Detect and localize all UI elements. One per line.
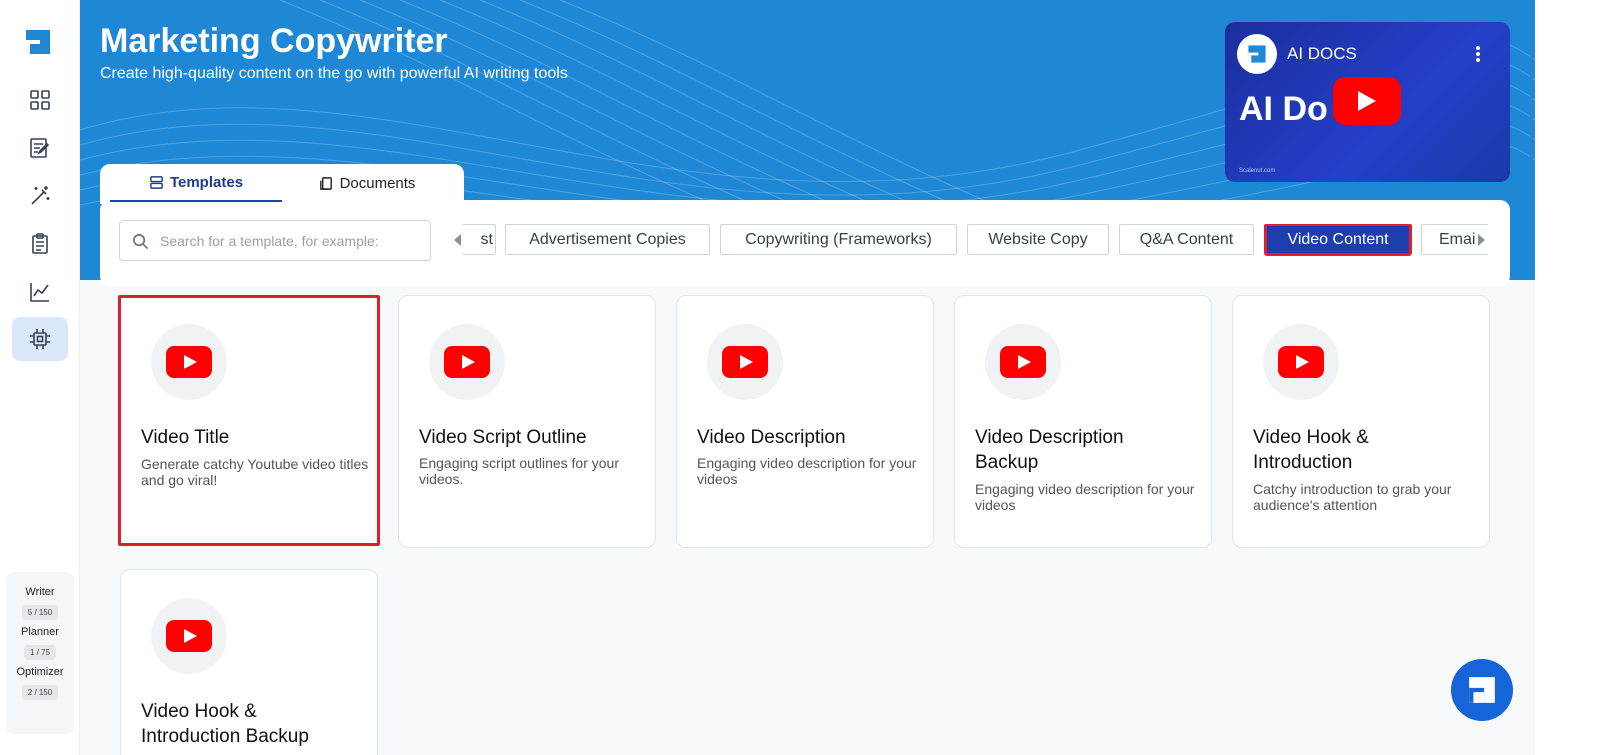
clipboard-icon: [32, 233, 48, 254]
scroll-right-button[interactable]: [1476, 224, 1488, 255]
play-icon: [1358, 91, 1376, 111]
sidebar: Writer 5 / 150 Planner 1 / 75 Optimizer …: [0, 0, 80, 755]
template-card[interactable]: Video Hook & Introduction Backup: [120, 569, 378, 755]
video-footer: Scalenut.com: [1239, 168, 1276, 174]
chip-icon: [30, 329, 50, 349]
category-chip[interactable]: Q&A Content: [1119, 224, 1254, 255]
more-options-icon[interactable]: [1476, 46, 1480, 62]
search-input[interactable]: [160, 229, 420, 253]
usage-writer: Writer 5 / 150: [6, 586, 74, 620]
card-title: Video Description Backup: [975, 427, 1124, 473]
category-chip-active[interactable]: Video Content: [1264, 224, 1412, 256]
card-title: Video Hook & Introduction Backup: [141, 701, 309, 747]
card-description: Engaging script outlines for your videos…: [419, 455, 619, 487]
youtube-icon: [1278, 346, 1324, 378]
template-card[interactable]: Video Hook & Introduction Catchy introdu…: [1232, 295, 1490, 548]
card-icon: [707, 324, 783, 400]
usage-label: Optimizer: [16, 666, 64, 678]
youtube-icon: [166, 346, 212, 378]
app-root: Writer 5 / 150 Planner 1 / 75 Optimizer …: [0, 0, 1600, 755]
documents-icon: [319, 176, 332, 190]
tab-label: Templates: [169, 173, 244, 191]
card-title: Video Hook & Introduction: [1253, 427, 1369, 473]
category-chip[interactable]: Copywriting (Frameworks): [720, 224, 957, 255]
category-chip[interactable]: Advertisement Copies: [505, 224, 710, 255]
usage-optimizer: Optimizer 2 / 150: [6, 666, 74, 700]
nav-optimizer[interactable]: [12, 317, 68, 361]
card-description: Engaging video description for your vide…: [975, 481, 1195, 513]
card-icon: [151, 598, 227, 674]
card-description: Generate catchy Youtube video titles and…: [141, 456, 369, 488]
editor-icon: [30, 138, 50, 158]
usage-count: 5 / 150: [21, 605, 59, 620]
video-headline: AI Do: [1239, 90, 1328, 128]
nav-editor[interactable]: [12, 126, 68, 170]
usage-label: Writer: [25, 586, 55, 598]
youtube-icon: [444, 346, 490, 378]
card-title: Video Script Outline: [419, 427, 587, 448]
template-search[interactable]: [119, 220, 431, 261]
tab-templates[interactable]: Templates: [110, 164, 282, 202]
video-thumbnail[interactable]: AI DOCS AI Do Scalenut.com: [1225, 22, 1510, 182]
app-logo-icon[interactable]: [24, 28, 52, 56]
video-channel-name: AI DOCS: [1287, 44, 1357, 63]
dashboard-icon: [30, 90, 50, 110]
channel-avatar: [1237, 34, 1277, 74]
usage-planner: Planner 1 / 75: [6, 626, 74, 660]
card-icon: [985, 324, 1061, 400]
nav-clipboard[interactable]: [12, 222, 68, 266]
page-subtitle: Create high-quality content on the go wi…: [100, 65, 568, 82]
template-card[interactable]: Video Description Backup Engaging video …: [954, 295, 1212, 548]
card-title: Video Title: [141, 427, 230, 448]
template-card[interactable]: Video Description Engaging video descrip…: [676, 295, 934, 548]
category-chip[interactable]: st: [462, 224, 496, 255]
youtube-icon: [166, 620, 212, 652]
tab-documents[interactable]: Documents: [284, 164, 450, 202]
chart-icon: [30, 283, 49, 302]
search-icon: [133, 234, 149, 250]
category-chips: st Advertisement Copies Copywriting (Fra…: [452, 224, 1488, 256]
template-card[interactable]: Video Script Outline Engaging script out…: [398, 295, 656, 548]
template-card[interactable]: Video Title Generate catchy Youtube vide…: [118, 295, 380, 546]
card-description: Engaging video description for your vide…: [697, 455, 917, 487]
youtube-icon: [1000, 346, 1046, 378]
nav-analytics[interactable]: [12, 270, 68, 314]
usage-panel: Writer 5 / 150 Planner 1 / 75 Optimizer …: [6, 572, 74, 734]
magic-wand-icon: [31, 186, 50, 205]
nav-magic[interactable]: [12, 174, 68, 218]
play-button[interactable]: [1333, 77, 1401, 125]
tab-label: Documents: [339, 174, 416, 192]
usage-count: 1 / 75: [23, 645, 56, 660]
category-chip[interactable]: Website Copy: [967, 224, 1109, 255]
nav-dashboard[interactable]: [12, 78, 68, 122]
tab-bar: Templates Documents: [100, 164, 464, 204]
youtube-icon: [722, 346, 768, 378]
page-title: Marketing Copywriter: [100, 22, 448, 60]
chevron-right-icon: [1478, 233, 1485, 246]
card-icon: [1263, 324, 1339, 400]
help-chat-button[interactable]: [1451, 659, 1513, 721]
card-icon: [151, 324, 227, 400]
card-icon: [429, 324, 505, 400]
templates-icon: [150, 175, 163, 189]
card-title: Video Description: [697, 427, 846, 448]
usage-count: 2 / 150: [21, 685, 59, 700]
usage-label: Planner: [21, 626, 59, 638]
card-description: Catchy introduction to grab your audienc…: [1253, 481, 1452, 513]
app-logo-icon: [1469, 677, 1495, 703]
channel-logo-icon: [1248, 45, 1266, 63]
